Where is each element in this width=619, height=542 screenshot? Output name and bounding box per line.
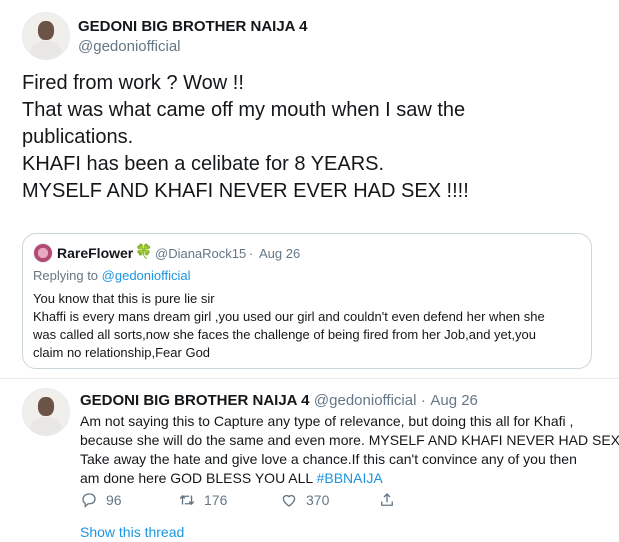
quoted-tweet-date: Aug 26 <box>259 246 301 261</box>
reply-tweet-date[interactable]: Aug 26 <box>430 392 478 409</box>
quoted-author-name: RareFlower <box>57 245 134 261</box>
quoted-replying-to: Replying to @gedoniofficial <box>33 268 191 283</box>
retweet-icon <box>179 494 195 506</box>
share-icon <box>381 493 393 506</box>
main-tweet-text: Fired from work ? Wow !! That was what c… <box>22 72 469 202</box>
quoted-tweet-card[interactable]: RareFlower 🍀 @DianaRock15 · Aug 26 Reply… <box>22 233 592 369</box>
replying-to-label: Replying to <box>33 268 99 283</box>
like-count: 370 <box>306 492 330 508</box>
reply-text-line-plain: am done here GOD BLESS YOU ALL <box>80 470 317 486</box>
retweet-count: 176 <box>204 492 228 508</box>
reply-text-line: because she will do the same and even mo… <box>80 432 619 448</box>
replying-to-handle-link[interactable]: @gedoniofficial <box>102 268 191 283</box>
clover-emoji-icon: 🍀 <box>135 243 153 259</box>
retweet-action-button[interactable]: 176 <box>178 491 227 509</box>
reply-author-avatar[interactable] <box>22 388 70 436</box>
reply-tweet-text: Am not saying this to Capture any type o… <box>80 412 619 488</box>
reply-text-line: am done here GOD BLESS YOU ALL #BBNAIJA <box>80 469 610 488</box>
reply-action-button[interactable]: 96 <box>80 491 122 509</box>
quoted-author-handle: @DianaRock15 <box>155 246 247 261</box>
show-thread-link[interactable]: Show this thread <box>80 524 184 540</box>
main-author-name[interactable]: GEDONI BIG BROTHER NAIJA 4 <box>78 18 307 35</box>
thread-divider <box>0 378 619 379</box>
quoted-tweet-text: You know that this is pure lie sir Khaff… <box>33 291 545 360</box>
main-author-handle[interactable]: @gedoniofficial <box>78 38 181 55</box>
quoted-author-avatar <box>33 243 53 263</box>
share-action-button[interactable] <box>378 491 396 509</box>
quoted-meta-separator: · <box>249 246 254 261</box>
hashtag-link[interactable]: #BBNAIJA <box>317 470 383 486</box>
main-author-avatar[interactable] <box>22 12 70 60</box>
reply-meta-separator: · <box>420 392 426 409</box>
reply-header: GEDONI BIG BROTHER NAIJA 4 @gedonioffici… <box>80 392 478 410</box>
reply-text-line: Am not saying this to Capture any type o… <box>80 413 574 429</box>
reply-count: 96 <box>106 492 122 508</box>
reply-text-line: Take away the hate and give love a chanc… <box>80 451 577 467</box>
reply-author-handle[interactable]: @gedoniofficial <box>314 392 417 409</box>
reply-icon <box>82 493 96 508</box>
heart-icon <box>282 494 296 507</box>
like-action-button[interactable]: 370 <box>280 491 329 509</box>
reply-author-name[interactable]: GEDONI BIG BROTHER NAIJA 4 <box>80 392 309 409</box>
